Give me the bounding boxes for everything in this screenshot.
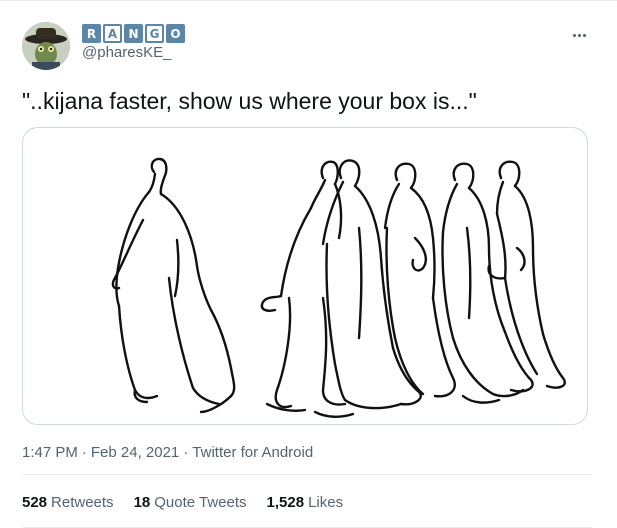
name-letter: O <box>166 24 185 43</box>
more-options-button[interactable] <box>566 26 592 44</box>
meta-separator: · <box>81 444 87 461</box>
retweets-stat[interactable]: 528 Retweets <box>22 494 114 511</box>
group-figure-e <box>487 160 566 389</box>
lead-figure <box>111 157 236 414</box>
avatar[interactable] <box>22 22 70 70</box>
retweets-label: Retweets <box>51 494 114 511</box>
group-figure-d <box>441 162 534 398</box>
ground-stroke <box>313 410 355 418</box>
display-name[interactable]: R A N G O <box>82 24 185 44</box>
name-letter: N <box>124 24 143 43</box>
tweet-metadata: 1:47 PM · Feb 24, 2021 · Twitter for And… <box>22 444 313 461</box>
quote-tweets-count: 18 <box>133 494 151 511</box>
name-letter: A <box>103 24 122 43</box>
name-letter: R <box>82 24 101 43</box>
tweet-time[interactable]: 1:47 PM <box>22 444 78 461</box>
name-letter: G <box>145 24 164 43</box>
likes-label: Likes <box>308 494 344 511</box>
top-divider <box>0 0 617 1</box>
ground-stroke <box>461 394 501 404</box>
meta-separator: · <box>183 444 189 461</box>
tweet-date[interactable]: Feb 24, 2021 <box>91 444 179 461</box>
tweet-stats: 528 Retweets 18 Quote Tweets 1,528 Likes <box>22 494 343 511</box>
quote-tweets-stat[interactable]: 18 Quote Tweets <box>134 494 247 511</box>
tweet-text: "..kijana faster, show us where your box… <box>22 88 477 114</box>
avatar-image <box>22 22 70 70</box>
more-horizontal-icon <box>572 33 576 37</box>
more-horizontal-icon-dot <box>577 33 581 37</box>
divider <box>22 474 592 475</box>
likes-stat[interactable]: 1,528 Likes <box>267 494 344 511</box>
walking-figures-drawing <box>111 157 566 418</box>
user-handle[interactable]: @pharesKE_ <box>82 44 171 61</box>
retweets-count: 528 <box>22 494 48 511</box>
more-horizontal-icon-dot <box>582 33 586 37</box>
group-figure-a <box>260 160 347 409</box>
quote-tweets-label: Quote Tweets <box>154 494 247 511</box>
likes-count: 1,528 <box>266 494 305 511</box>
tweet-media[interactable] <box>22 127 588 425</box>
tweet-source[interactable]: Twitter for Android <box>192 444 313 461</box>
